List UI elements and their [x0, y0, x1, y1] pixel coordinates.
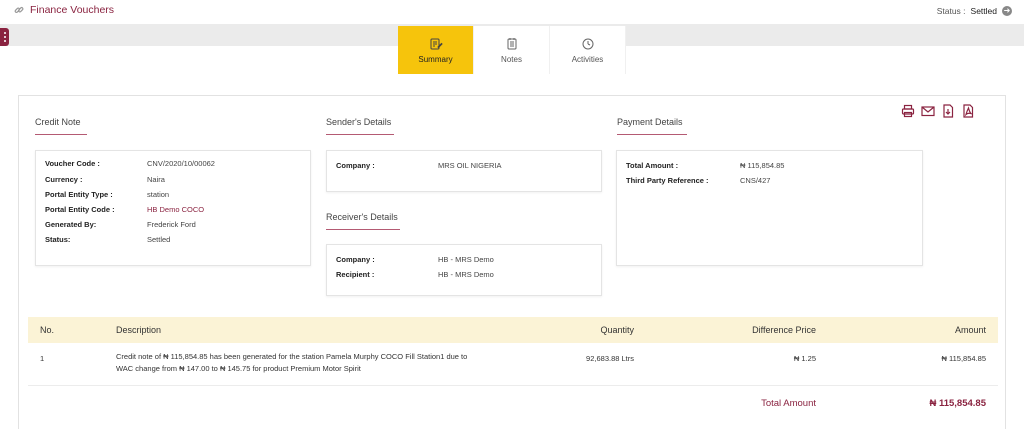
action-icons [901, 104, 975, 118]
cell-difference-price: ₦ 1.25 [793, 354, 816, 363]
tab-activities[interactable]: Activities [550, 26, 626, 74]
cell-amount: ₦ 115,854.85 [941, 354, 986, 363]
receiver-heading: Receiver's Details [326, 212, 400, 230]
payment-box: Total Amount : ₦ 115,854.85 Third Party … [616, 150, 923, 266]
tab-notes[interactable]: Notes [474, 26, 550, 74]
clock-icon [582, 38, 593, 49]
top-bar: Finance Vouchers Status : Settled ➜ [0, 0, 1024, 24]
col-description: Description [116, 325, 162, 335]
payment-heading: Payment Details [617, 117, 687, 135]
credit-note-box: Voucher Code : CNV/2020/10/00062 Currenc… [35, 150, 311, 266]
download-file-icon[interactable] [941, 104, 955, 118]
credit-note-heading: Credit Note [35, 117, 87, 135]
sender-heading: Sender's Details [326, 117, 394, 135]
print-icon[interactable] [901, 104, 915, 118]
breadcrumb[interactable]: Finance Vouchers [14, 4, 114, 16]
status-value: Settled [970, 6, 997, 16]
arrow-circle-icon[interactable]: ➜ [1002, 6, 1012, 16]
pdf-icon[interactable] [961, 104, 975, 118]
col-quantity: Quantity [600, 325, 634, 335]
tab-activities-label: Activities [571, 54, 604, 64]
tab-notes-label: Notes [501, 54, 522, 64]
tab-summary-label: Summary [418, 54, 453, 64]
status-indicator: Status : Settled ➜ [937, 6, 1012, 16]
status-label: Status : [936, 6, 966, 16]
cell-no: 1 [40, 354, 45, 363]
link-icon [14, 6, 24, 13]
col-difference-price: Difference Price [752, 325, 816, 335]
tab-bar: Summary Notes Activities [398, 26, 626, 74]
col-no: No. [40, 325, 55, 335]
receiver-box: Company : HB - MRS Demo Recipient : HB -… [326, 244, 602, 296]
side-menu-toggle[interactable] [0, 28, 9, 46]
table-header: No. Description Quantity Difference Pric… [28, 317, 998, 343]
page: Finance Vouchers Status : Settled ➜ Summ… [0, 0, 1024, 429]
col-amount: Amount [954, 325, 986, 335]
table-total-row: Total Amount ₦ 115,854.85 [28, 391, 998, 417]
cell-quantity: 92,683.88 Ltrs [586, 354, 634, 363]
cell-description: Credit note of ₦ 115,854.85 has been gen… [116, 352, 468, 373]
entity-code-link[interactable]: HB Demo COCO [147, 205, 204, 215]
summary-card: Credit Note Voucher Code : CNV/2020/10/0… [18, 95, 1006, 429]
table-row: 1 Credit note of ₦ 115,854.85 has been g… [28, 346, 998, 386]
total-label: Total Amount [761, 398, 816, 409]
notepad-icon [507, 37, 516, 49]
page-title[interactable]: Finance Vouchers [30, 4, 114, 16]
clipboard-edit-icon [430, 38, 443, 49]
sender-box: Company : MRS OIL NIGERIA [326, 150, 602, 192]
mail-icon[interactable] [921, 104, 935, 118]
total-value: ₦ 115,854.85 [929, 398, 986, 409]
tab-summary[interactable]: Summary [398, 26, 474, 74]
